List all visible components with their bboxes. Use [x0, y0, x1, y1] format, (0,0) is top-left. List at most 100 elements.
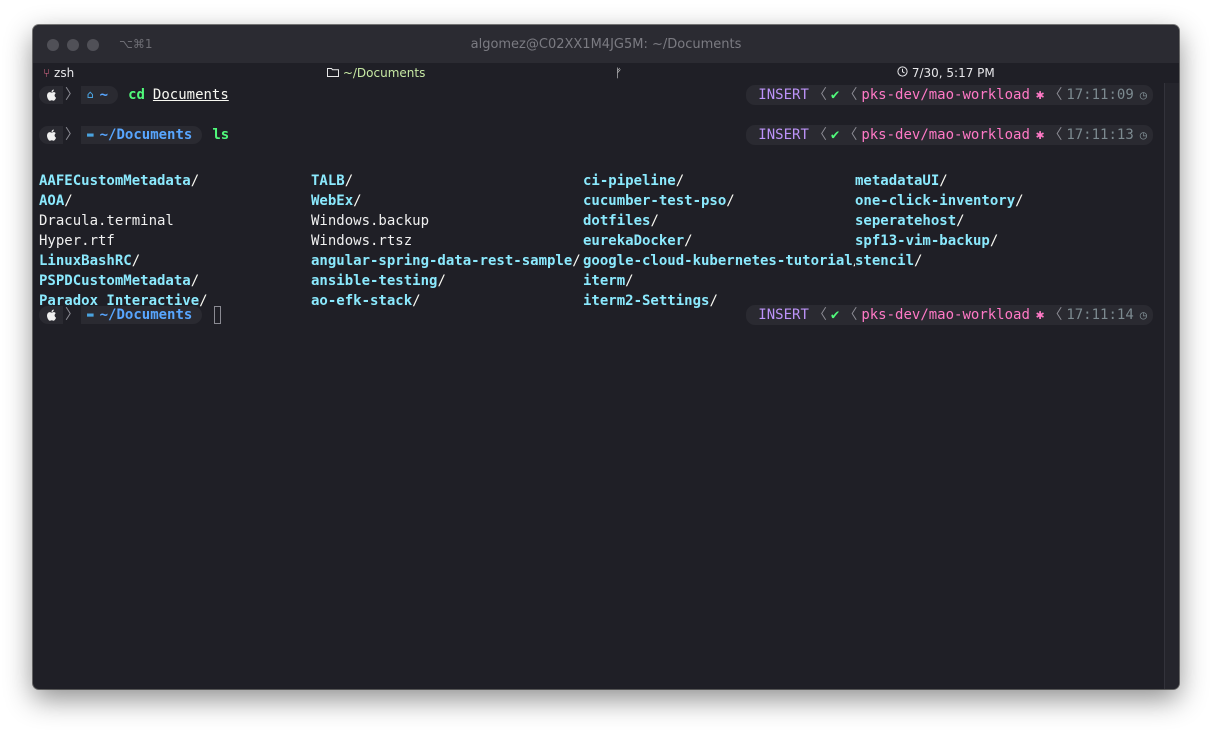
command: cd [128, 87, 145, 103]
status-bar: ⑂ zsh ~/Documents ᚠ 7/30, 5:17 PM [33, 63, 1179, 83]
prompt-left: 〉 ▬ ~/Documents [39, 305, 222, 325]
command: ls [212, 127, 230, 143]
vi-mode: INSERT [758, 307, 809, 323]
entry-name: angular-spring-data-rest-sample [311, 253, 573, 269]
prompt-line: 〉 ▬ ~/Documents INSERT 〈 ✔ 〈 pks-dev/mao… [33, 305, 1165, 325]
clock-icon: ◷ [1139, 308, 1147, 322]
chevron-left-icon: 〈 [812, 127, 827, 143]
entry-name: cucumber-test-pso [583, 193, 727, 209]
entry-name: Windows.backup [311, 213, 430, 229]
entry-name: TALB [311, 173, 345, 189]
chevron-left-icon: 〈 [812, 307, 827, 323]
status-git-branch[interactable]: ᚠ [615, 66, 622, 80]
status-directory[interactable]: ~/Documents [327, 66, 425, 80]
directory-entry: cucumber-test-pso/ [583, 191, 855, 211]
clock-icon [897, 66, 912, 80]
terminal-window: ⌥⌘1 algomez@C02XX1M4JG5M: ~/Documents ⑂ … [33, 25, 1179, 689]
chevron-left-icon: 〈 [812, 87, 827, 103]
directory-entry: eurekaDocker/ [583, 231, 855, 251]
prompt-time: 17:11:14 [1066, 307, 1134, 323]
status-shell[interactable]: ⑂ zsh [43, 66, 74, 80]
directory-slash: / [939, 173, 948, 189]
window-title: algomez@C02XX1M4JG5M: ~/Documents [470, 37, 742, 52]
entry-name: stencil [855, 253, 915, 269]
folder-icon: ▬ [87, 128, 94, 141]
prompt-directory: ⌂ ~ [81, 86, 119, 104]
chevron-left-icon: 〈 [843, 307, 858, 323]
status-directory-label: ~/Documents [342, 66, 426, 80]
prompt-directory: ▬ ~/Documents [81, 126, 203, 144]
check-icon: ✔ [830, 307, 840, 323]
status-shell-label: zsh [54, 66, 75, 80]
status-datetime[interactable]: 7/30, 5:17 PM [897, 66, 995, 80]
chevron-left-icon: 〈 [1048, 127, 1063, 143]
directory-slash: / [625, 273, 634, 289]
file-entry [855, 271, 1127, 291]
directory-slash: / [353, 193, 362, 209]
entry-name: spf13-vim-backup [855, 233, 990, 249]
chevron-left-icon: 〈 [843, 87, 858, 103]
ls-output: AAFECustomMetadata/TALB/ci-pipeline/meta… [39, 171, 1165, 311]
prompt-time: 17:11:09 [1066, 87, 1134, 103]
entry-name: eurekaDocker [583, 233, 685, 249]
directory-slash: / [344, 173, 354, 189]
entry-name: AAFECustomMetadata [39, 173, 191, 189]
entry-name: iterm [583, 273, 626, 289]
text-cursor[interactable] [214, 306, 222, 324]
git-branch: pks-dev/mao-workload [861, 127, 1030, 143]
entry-name: Hyper.rtf [39, 233, 115, 249]
directory-slash: / [956, 213, 965, 229]
directory-entry: angular-spring-data-rest-sample/ [311, 251, 583, 271]
directory-slash: / [726, 193, 735, 209]
prompt-left: 〉 ⌂ ~ cd Documents [39, 85, 229, 105]
directory-entry: iterm/ [583, 271, 855, 291]
directory-slash: / [64, 193, 73, 209]
git-branch: pks-dev/mao-workload [861, 307, 1030, 323]
chevron-left-icon: 〈 [1048, 87, 1063, 103]
file-entry: Dracula.terminal [39, 211, 311, 231]
prompt-directory-label: ~ [99, 87, 109, 103]
prompt-line: 〉 ▬ ~/Documents ls INSERT 〈 ✔ 〈 pks-dev/… [33, 125, 1165, 145]
dirty-star-icon: ✱ [1035, 307, 1045, 323]
directory-slash: / [914, 253, 923, 269]
clock-icon: ◷ [1139, 128, 1147, 142]
directory-entry: google-cloud-kubernetes-tutorial/ [583, 251, 855, 271]
entry-name: seperatehost [855, 213, 957, 229]
directory-slash: / [572, 253, 581, 269]
prompt-line: 〉 ⌂ ~ cd Documents INSERT 〈 ✔ 〈 pks-dev/… [33, 85, 1165, 105]
prompt-directory-label: ~/Documents [99, 307, 193, 323]
entry-name: metadataUI [855, 173, 940, 189]
entry-name: one-click-inventory [855, 193, 1016, 209]
prompt-directory: ▬ ~/Documents [81, 306, 203, 324]
title-bar[interactable]: ⌥⌘1 algomez@C02XX1M4JG5M: ~/Documents [33, 25, 1179, 63]
directory-entry: AAFECustomMetadata/ [39, 171, 311, 191]
directory-entry: TALB/ [311, 171, 583, 191]
git-branch-icon: ᚠ [615, 66, 623, 80]
entry-name: ci-pipeline [583, 173, 676, 189]
entry-name: ansible-testing [311, 273, 438, 289]
prompt-right: INSERT 〈 ✔ 〈 pks-dev/mao-workload ✱ 〈 17… [746, 85, 1153, 105]
scrollbar[interactable] [1164, 83, 1179, 689]
file-entry: Hyper.rtf [39, 231, 311, 251]
chevron-left-icon: 〈 [843, 127, 858, 143]
check-icon: ✔ [830, 87, 840, 103]
directory-slash: / [131, 253, 141, 269]
command-argument: Documents [152, 87, 229, 103]
terminal-content[interactable]: 〉 ⌂ ~ cd Documents INSERT 〈 ✔ 〈 pks-dev/… [33, 83, 1165, 689]
prompt-right: INSERT 〈 ✔ 〈 pks-dev/mao-workload ✱ 〈 17… [746, 125, 1153, 145]
prompt-time: 17:11:13 [1066, 127, 1134, 143]
entry-name: PSPDCustomMetadata [39, 273, 191, 289]
directory-entry: metadataUI/ [855, 171, 1127, 191]
home-icon: ⌂ [87, 88, 94, 101]
directory-entry: PSPDCustomMetadata/ [39, 271, 311, 291]
vi-mode: INSERT [758, 127, 809, 143]
directory-slash: / [675, 173, 685, 189]
dirty-star-icon: ✱ [1035, 127, 1045, 143]
directory-slash: / [684, 233, 693, 249]
directory-entry: dotfiles/ [583, 211, 855, 231]
directory-slash: / [437, 273, 446, 289]
entry-name: google-cloud-kubernetes-tutorial [583, 253, 853, 269]
file-entry: Windows.rtsz [311, 231, 583, 251]
apple-icon [39, 86, 63, 104]
directory-slash: / [190, 273, 200, 289]
